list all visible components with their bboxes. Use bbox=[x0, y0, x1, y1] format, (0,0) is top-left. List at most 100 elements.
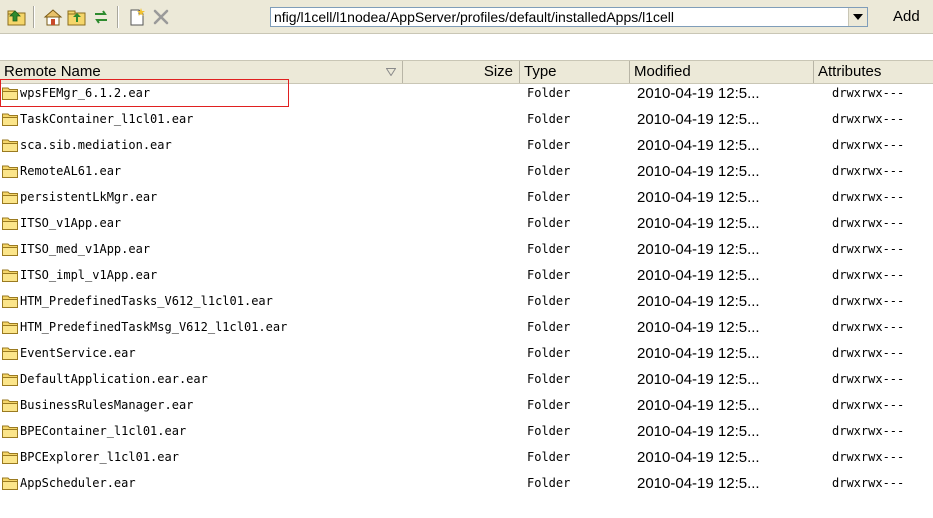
folder-icon bbox=[2, 451, 18, 464]
file-attributes: drwxrwx--- bbox=[832, 372, 905, 386]
column-header-remote-name[interactable]: Remote Name bbox=[0, 61, 403, 83]
table-row[interactable]: ITSO_med_v1App.ear Folder 2010-04-19 12:… bbox=[0, 238, 933, 261]
file-attributes: drwxrwx--- bbox=[832, 242, 905, 256]
file-type: Folder bbox=[527, 190, 571, 204]
file-modified: 2010-04-19 12:5... bbox=[637, 111, 760, 128]
file-attributes: drwxrwx--- bbox=[832, 476, 905, 490]
file-modified: 2010-04-19 12:5... bbox=[637, 475, 760, 492]
table-row[interactable]: persistentLkMgr.ear Folder 2010-04-19 12… bbox=[0, 186, 933, 209]
home-icon[interactable] bbox=[42, 6, 64, 28]
file-attributes: drwxrwx--- bbox=[832, 138, 905, 152]
folder-icon bbox=[2, 269, 18, 282]
column-header-attributes[interactable]: Attributes bbox=[814, 61, 933, 83]
file-type: Folder bbox=[527, 398, 571, 412]
file-attributes: drwxrwx--- bbox=[832, 268, 905, 282]
table-row[interactable]: ITSO_v1App.ear Folder 2010-04-19 12:5...… bbox=[0, 212, 933, 235]
new-file-icon[interactable] bbox=[126, 6, 148, 28]
file-modified: 2010-04-19 12:5... bbox=[637, 319, 760, 336]
refresh-icon[interactable] bbox=[90, 6, 112, 28]
file-attributes: drwxrwx--- bbox=[832, 294, 905, 308]
file-attributes: drwxrwx--- bbox=[832, 112, 905, 126]
table-row[interactable]: HTM_PredefinedTaskMsg_V612_l1cl01.ear Fo… bbox=[0, 316, 933, 339]
file-modified: 2010-04-19 12:5... bbox=[637, 215, 760, 232]
new-folder-icon[interactable] bbox=[66, 6, 88, 28]
file-attributes: drwxrwx--- bbox=[832, 398, 905, 412]
table-row[interactable]: DefaultApplication.ear.ear Folder 2010-0… bbox=[0, 368, 933, 391]
file-name: HTM_PredefinedTasks_V612_l1cl01.ear bbox=[20, 294, 273, 308]
column-header-label: Modified bbox=[634, 63, 691, 80]
add-button[interactable]: Add bbox=[893, 8, 920, 25]
file-name: BusinessRulesManager.ear bbox=[20, 398, 194, 412]
delete-icon[interactable] bbox=[150, 6, 172, 28]
file-name: ITSO_v1App.ear bbox=[20, 216, 122, 230]
folder-icon bbox=[2, 321, 18, 334]
table-row[interactable]: BPCExplorer_l1cl01.ear Folder 2010-04-19… bbox=[0, 446, 933, 469]
folder-icon bbox=[2, 165, 18, 178]
file-attributes: drwxrwx--- bbox=[832, 164, 905, 178]
file-type: Folder bbox=[527, 268, 571, 282]
file-type: Folder bbox=[527, 242, 571, 256]
table-row[interactable]: wpsFEMgr_6.1.2.ear Folder 2010-04-19 12:… bbox=[0, 82, 933, 105]
file-type: Folder bbox=[527, 346, 571, 360]
file-name: BPCExplorer_l1cl01.ear bbox=[20, 450, 179, 464]
file-modified: 2010-04-19 12:5... bbox=[637, 137, 760, 154]
column-header-size[interactable]: Size bbox=[403, 61, 520, 83]
file-name: ITSO_med_v1App.ear bbox=[20, 242, 151, 256]
file-modified: 2010-04-19 12:5... bbox=[637, 423, 760, 440]
file-modified: 2010-04-19 12:5... bbox=[637, 345, 760, 362]
file-type: Folder bbox=[527, 476, 571, 490]
table-row[interactable]: BusinessRulesManager.ear Folder 2010-04-… bbox=[0, 394, 933, 417]
sort-indicator-icon bbox=[386, 68, 396, 76]
file-attributes: drwxrwx--- bbox=[832, 190, 905, 204]
file-attributes: drwxrwx--- bbox=[832, 346, 905, 360]
folder-icon bbox=[2, 87, 18, 100]
file-attributes: drwxrwx--- bbox=[832, 450, 905, 464]
folder-icon bbox=[2, 191, 18, 204]
path-dropdown-button[interactable] bbox=[848, 8, 867, 26]
file-name: TaskContainer_l1cl01.ear bbox=[20, 112, 194, 126]
file-attributes: drwxrwx--- bbox=[832, 320, 905, 334]
file-attributes: drwxrwx--- bbox=[832, 216, 905, 230]
file-name: sca.sib.mediation.ear bbox=[20, 138, 172, 152]
path-combobox[interactable] bbox=[270, 7, 868, 27]
file-type: Folder bbox=[527, 450, 571, 464]
file-name: RemoteAL61.ear bbox=[20, 164, 122, 178]
file-modified: 2010-04-19 12:5... bbox=[637, 293, 760, 310]
table-row[interactable]: HTM_PredefinedTasks_V612_l1cl01.ear Fold… bbox=[0, 290, 933, 313]
file-type: Folder bbox=[527, 138, 571, 152]
table-row[interactable]: RemoteAL61.ear Folder 2010-04-19 12:5...… bbox=[0, 160, 933, 183]
file-modified: 2010-04-19 12:5... bbox=[637, 267, 760, 284]
path-input[interactable] bbox=[271, 8, 848, 26]
folder-icon bbox=[2, 113, 18, 126]
table-row[interactable]: TaskContainer_l1cl01.ear Folder 2010-04-… bbox=[0, 108, 933, 131]
file-modified: 2010-04-19 12:5... bbox=[637, 85, 760, 102]
table-row[interactable]: EventService.ear Folder 2010-04-19 12:5.… bbox=[0, 342, 933, 365]
file-name: wpsFEMgr_6.1.2.ear bbox=[20, 86, 151, 100]
file-type: Folder bbox=[527, 216, 571, 230]
folder-icon bbox=[2, 139, 18, 152]
file-modified: 2010-04-19 12:5... bbox=[637, 449, 760, 466]
toolbar-separator bbox=[117, 6, 119, 28]
file-type: Folder bbox=[527, 112, 571, 126]
folder-icon bbox=[2, 399, 18, 412]
file-type: Folder bbox=[527, 164, 571, 178]
parent-directory-icon[interactable] bbox=[6, 6, 28, 28]
file-type: Folder bbox=[527, 320, 571, 334]
file-modified: 2010-04-19 12:5... bbox=[637, 371, 760, 388]
folder-icon bbox=[2, 425, 18, 438]
file-modified: 2010-04-19 12:5... bbox=[637, 189, 760, 206]
file-name: HTM_PredefinedTaskMsg_V612_l1cl01.ear bbox=[20, 320, 288, 334]
column-header-modified[interactable]: Modified bbox=[630, 61, 814, 83]
column-header-type[interactable]: Type bbox=[520, 61, 630, 83]
table-row[interactable]: sca.sib.mediation.ear Folder 2010-04-19 … bbox=[0, 134, 933, 157]
table-row[interactable]: AppScheduler.ear Folder 2010-04-19 12:5.… bbox=[0, 472, 933, 495]
file-list-header: Remote Name Size Type Modified Attribute… bbox=[0, 60, 933, 84]
table-row[interactable]: ITSO_impl_v1App.ear Folder 2010-04-19 12… bbox=[0, 264, 933, 287]
file-attributes: drwxrwx--- bbox=[832, 86, 905, 100]
folder-icon bbox=[2, 373, 18, 386]
chevron-down-icon bbox=[853, 14, 863, 20]
table-row[interactable]: BPEContainer_l1cl01.ear Folder 2010-04-1… bbox=[0, 420, 933, 443]
column-header-label: Type bbox=[524, 63, 557, 80]
file-type: Folder bbox=[527, 294, 571, 308]
column-header-label: Remote Name bbox=[4, 63, 101, 80]
